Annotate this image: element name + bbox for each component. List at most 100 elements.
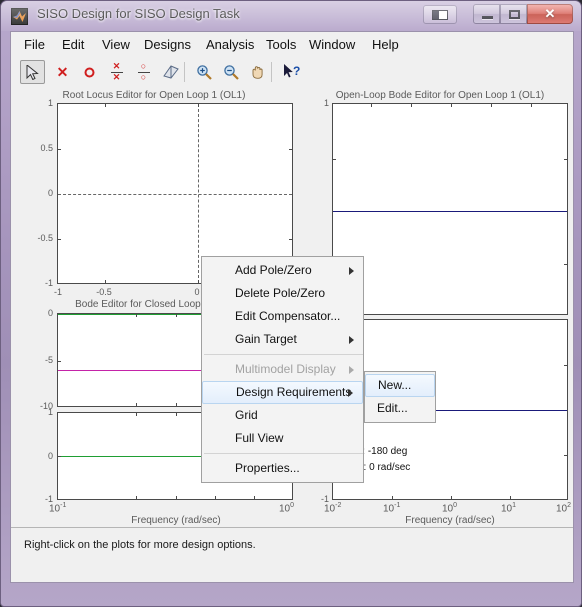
close-button[interactable]: ✕ [527, 4, 573, 24]
menu-delete-pole-zero[interactable]: Delete Pole/Zero [202, 282, 363, 305]
olp-xtick-3: 100 [442, 502, 458, 515]
rl-ytick-5: -1 [44, 278, 53, 288]
menu-help[interactable]: Help [367, 36, 404, 53]
pointer-icon [21, 61, 44, 83]
ol-mag-navy-line [333, 211, 567, 212]
menu-view[interactable]: View [97, 36, 135, 53]
root-locus-imag-axis [198, 104, 199, 283]
pointer-tool-button[interactable] [20, 60, 45, 84]
close-icon: ✕ [544, 6, 556, 21]
help-pointer-icon: ? [279, 60, 304, 84]
cross-icon: ✕ [56, 64, 69, 80]
olm-ytick-1: 1 [323, 98, 329, 108]
menu-analysis[interactable]: Analysis [201, 36, 259, 53]
add-complex-zero-button[interactable]: ○ ○ [131, 60, 156, 84]
menu-edit-compensator[interactable]: Edit Compensator... [202, 305, 363, 328]
circle-icon [77, 60, 102, 84]
open-loop-bode-title: Open-Loop Bode Editor for Open Loop 1 (O… [335, 90, 545, 101]
submenu-new[interactable]: New... [365, 374, 435, 397]
clp-xtick-1: 10-1 [49, 502, 67, 515]
chevron-right-icon [348, 388, 353, 397]
open-loop-magnitude-axes[interactable] [332, 103, 568, 315]
menu-design-requirements[interactable]: Design Requirements [202, 381, 363, 404]
toolbar-separator-2 [271, 62, 272, 82]
olp-xtick-2: 10-1 [383, 502, 401, 515]
add-complex-pole-button[interactable]: ✕ ✕ [104, 60, 129, 84]
status-bar: Right-click on the plots for more design… [11, 528, 573, 582]
menu-gain-target[interactable]: Gain Target [202, 328, 363, 351]
client-area: File Edit View Designs Analysis Tools Wi… [10, 31, 574, 583]
menu-add-pole-zero[interactable]: Add Pole/Zero [202, 259, 363, 282]
pan-button[interactable] [245, 60, 270, 84]
rl-ytick-1: 1 [47, 98, 53, 108]
title-bar[interactable]: SISO Design for SISO Design Task ✕ [1, 1, 582, 31]
clp-ytick-2: 0 [47, 451, 53, 461]
dock-button[interactable] [423, 5, 457, 24]
root-locus-title: Root Locus Editor for Open Loop 1 (OL1) [62, 90, 246, 101]
status-message: Right-click on the plots for more design… [24, 539, 256, 551]
menu-grid-label: Grid [235, 408, 258, 422]
closed-loop-xaxis-label: Frequency (rad/sec) [131, 515, 221, 526]
clp-xtick-2: 100 [279, 502, 295, 515]
clm-ytick-2: -5 [44, 355, 53, 365]
zoom-out-button[interactable] [218, 60, 243, 84]
cross-over-cross-icon: ✕ ✕ [104, 60, 129, 84]
rl-xtick-2: -0.5 [96, 287, 112, 297]
menu-properties-label: Properties... [235, 461, 300, 475]
zoom-in-icon [191, 60, 216, 84]
menu-designs[interactable]: Designs [139, 36, 196, 53]
submenu-edit[interactable]: Edit... [365, 397, 435, 420]
menu-multimodel-display: Multimodel Display [202, 358, 363, 381]
root-locus-real-axis [58, 194, 292, 195]
context-help-button[interactable]: ? [279, 60, 304, 84]
context-menu-separator-2 [204, 453, 363, 454]
chevron-right-icon [349, 335, 354, 344]
circle-over-circle-icon: ○ ○ [131, 60, 156, 84]
menu-window[interactable]: Window [304, 36, 360, 53]
add-real-zero-button[interactable] [77, 60, 102, 84]
menu-add-pole-zero-label: Add Pole/Zero [235, 263, 312, 277]
menu-full-view[interactable]: Full View [202, 427, 363, 450]
delete-pole-zero-button[interactable] [158, 60, 183, 84]
zoom-out-icon [218, 60, 243, 84]
rl-ytick-2: 0.5 [40, 143, 53, 153]
menu-gain-target-label: Gain Target [235, 332, 297, 346]
clm-ytick-1: 0 [47, 308, 53, 318]
menu-design-requirements-label: Design Requirements [236, 385, 352, 399]
menu-grid[interactable]: Grid [202, 404, 363, 427]
maximize-button[interactable] [500, 4, 527, 24]
menu-tools[interactable]: Tools [261, 36, 301, 53]
menu-multimodel-display-label: Multimodel Display [235, 362, 336, 376]
add-real-pole-button[interactable]: ✕ [50, 60, 75, 84]
eraser-icon [158, 60, 183, 84]
menu-delete-pole-zero-label: Delete Pole/Zero [235, 286, 326, 300]
context-menu[interactable]: Add Pole/Zero Delete Pole/Zero Edit Comp… [201, 256, 364, 483]
olp-xtick-4: 101 [501, 502, 517, 515]
submenu-new-label: New... [378, 378, 412, 392]
plot-area[interactable]: Root Locus Editor for Open Loop 1 (OL1) … [11, 87, 573, 528]
maximize-icon [509, 10, 520, 19]
chevron-right-icon [349, 365, 354, 374]
window-title: SISO Design for SISO Design Task [37, 6, 240, 21]
svg-text:?: ? [293, 64, 300, 78]
menu-file[interactable]: File [19, 36, 50, 53]
rl-ytick-3: 0 [47, 188, 53, 198]
minimize-icon [482, 16, 493, 19]
open-loop-xaxis-label: Frequency (rad/sec) [405, 515, 495, 526]
minimize-button[interactable] [473, 4, 500, 24]
rl-xtick-1: -1 [53, 287, 62, 297]
zoom-in-button[interactable] [191, 60, 216, 84]
rl-ytick-4: -0.5 [37, 233, 53, 243]
submenu-edit-label: Edit... [377, 401, 408, 415]
menu-properties[interactable]: Properties... [202, 457, 363, 480]
menu-full-view-label: Full View [235, 431, 284, 445]
chevron-right-icon [349, 266, 354, 275]
menu-edit[interactable]: Edit [57, 36, 89, 53]
dock-icon [432, 10, 448, 20]
menu-bar: File Edit View Designs Analysis Tools Wi… [11, 32, 573, 58]
olp-xtick-5: 102 [556, 502, 572, 515]
design-requirements-submenu[interactable]: New... Edit... [364, 371, 436, 423]
context-menu-separator-1 [204, 354, 363, 355]
menu-edit-compensator-label: Edit Compensator... [235, 309, 341, 323]
clp-ytick-1: 1 [47, 407, 53, 417]
